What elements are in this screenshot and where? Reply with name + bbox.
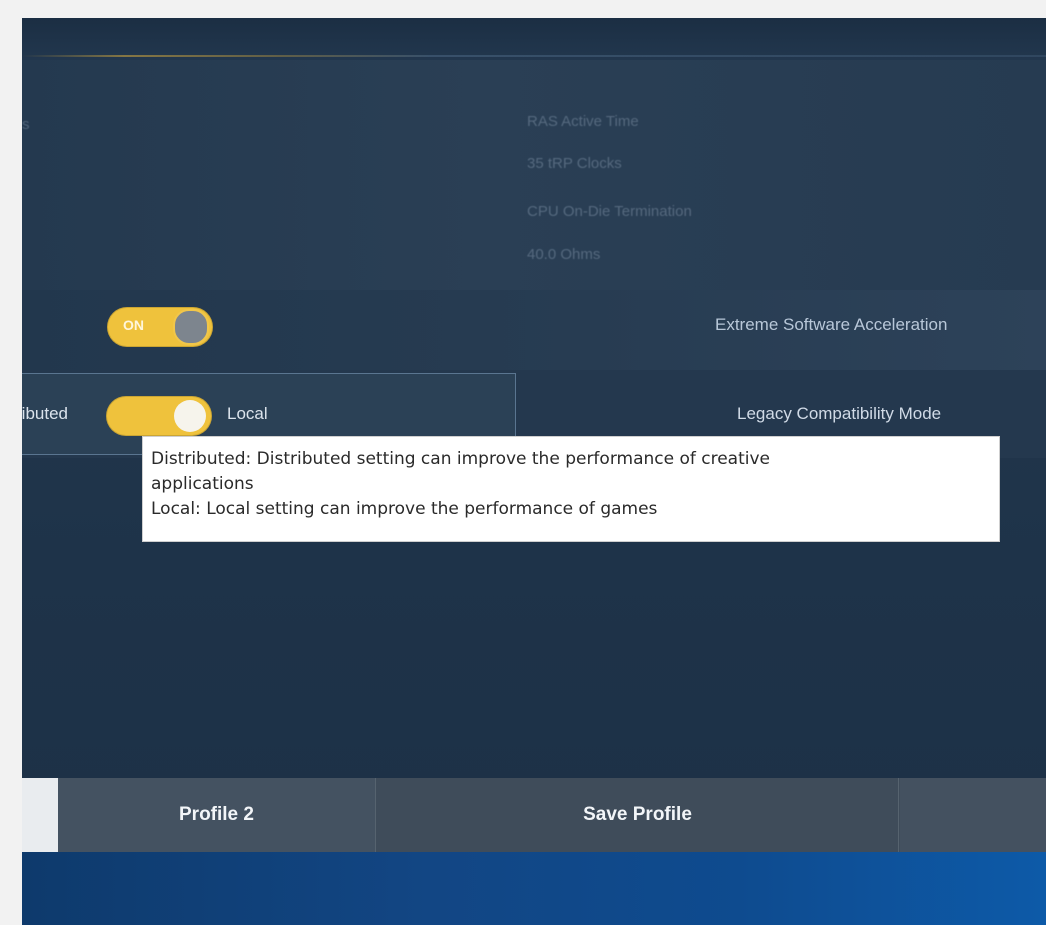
legacy-mode-toggle[interactable] bbox=[106, 396, 212, 436]
desktop-background bbox=[22, 852, 1046, 925]
local-option-label: Local bbox=[227, 404, 268, 423]
info-item-ras-active-time: RAS Active Time bbox=[527, 113, 639, 130]
toggle-knob bbox=[173, 309, 209, 345]
profile-bar: Profile 2 Save Profile bbox=[22, 778, 1046, 852]
toggle-state-text: ON bbox=[123, 317, 144, 333]
extreme-acceleration-toggle[interactable]: ON bbox=[107, 307, 213, 347]
top-bar-divider bbox=[22, 55, 1046, 57]
legacy-mode-tooltip: Distributed: Distributed setting can imp… bbox=[142, 436, 1000, 542]
info-item-trp-clocks: 35 tRP Clocks bbox=[527, 155, 622, 172]
app-window: s RAS Active Time 35 tRP Clocks CPU On-D… bbox=[22, 18, 1046, 925]
extra-profile-button[interactable] bbox=[900, 778, 1046, 852]
distributed-option-label: ributed bbox=[22, 404, 68, 423]
tooltip-line-local: Local: Local setting can improve the per… bbox=[151, 499, 658, 519]
tooltip-line-distributed: Distributed: Distributed setting can imp… bbox=[151, 449, 771, 469]
tooltip-line-applications: applications bbox=[151, 474, 254, 494]
info-item-ohms: 40.0 Ohms bbox=[527, 246, 601, 263]
info-left-fragment: s bbox=[22, 116, 30, 133]
info-item-cpu-odt: CPU On-Die Termination bbox=[527, 203, 692, 220]
legacy-mode-label: Legacy Compatibility Mode bbox=[737, 404, 942, 423]
toggle-knob bbox=[174, 400, 206, 432]
top-bar bbox=[22, 18, 1046, 60]
save-profile-button[interactable]: Save Profile bbox=[377, 778, 899, 852]
extreme-acceleration-label: Extreme Software Acceleration bbox=[715, 315, 948, 334]
profile-2-button[interactable]: Profile 2 bbox=[58, 778, 376, 852]
profile-1-button[interactable] bbox=[22, 778, 58, 852]
